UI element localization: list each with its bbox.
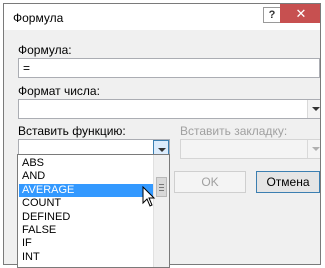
chevron-down-icon[interactable] [307,140,320,158]
cancel-button[interactable]: Отмена [256,171,320,193]
function-option[interactable]: ABS [19,157,153,170]
dialog-title: Формула [13,11,64,25]
function-option[interactable]: COUNT [19,197,153,210]
dropdown-scrollbar[interactable] [153,155,169,267]
chevron-down-icon[interactable] [307,100,320,118]
function-option[interactable]: AVERAGE [19,183,153,197]
formula-label: Формула: [18,43,72,57]
mouse-pointer-icon [142,186,156,207]
ok-button[interactable]: OK [174,171,246,193]
help-button[interactable]: ? [263,7,281,23]
close-button[interactable]: ✕ [280,4,320,23]
function-dropdown-list[interactable]: ABS AND AVERAGE COUNT DEFINED FALSE IF INT [17,154,170,268]
function-option[interactable]: DEFINED [19,211,153,224]
paste-bookmark-select[interactable] [180,139,320,159]
paste-function-label: Вставить функцию: [18,124,126,138]
number-format-label: Формат числа: [18,84,100,98]
function-option[interactable]: IF [19,237,153,250]
formula-input[interactable]: = [18,58,320,78]
function-option[interactable]: AND [19,170,153,183]
function-option[interactable]: FALSE [19,224,153,237]
scrollbar-thumb[interactable] [156,177,167,197]
number-format-select[interactable] [18,99,320,119]
title-bar: Формула ? ✕ [4,4,320,30]
paste-bookmark-label: Вставить закладку: [180,124,288,138]
function-option[interactable]: INT [19,251,153,264]
